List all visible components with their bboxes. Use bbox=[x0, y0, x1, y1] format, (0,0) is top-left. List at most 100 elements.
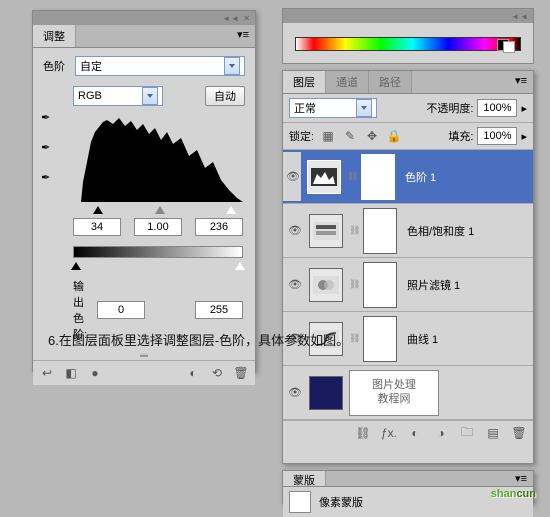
mask-thumb[interactable] bbox=[361, 154, 395, 200]
auto-button[interactable]: 自动 bbox=[205, 86, 245, 106]
eyedropper-black-icon[interactable]: ✒ bbox=[41, 111, 59, 129]
trash-icon[interactable]: 🗑 bbox=[233, 365, 249, 381]
layers-footer: ⛓ ƒx. ◐ ◑ 🗀 ▤ 🗑 bbox=[283, 420, 533, 445]
output-levels-slider[interactable] bbox=[73, 260, 243, 270]
layers-panel: 图层 通道 路径 ▾≡ 正常 不透明度: ▸ 锁定: ▦ ✎ ✥ 🔒 填充: ▸ bbox=[282, 70, 534, 464]
return-arrow-icon[interactable]: ↩ bbox=[39, 365, 55, 381]
opacity-flyout-icon[interactable]: ▸ bbox=[521, 102, 527, 115]
output-black-field[interactable] bbox=[97, 301, 145, 319]
input-white-field[interactable] bbox=[195, 218, 243, 236]
mask-swatch[interactable] bbox=[289, 491, 311, 513]
eyedropper-gray-icon[interactable]: ✒ bbox=[41, 141, 59, 159]
visibility-eye-icon[interactable]: 👁 bbox=[287, 278, 303, 291]
mask-thumb[interactable] bbox=[363, 208, 397, 254]
levels-thumb-icon[interactable] bbox=[307, 160, 341, 194]
fill-label: 填充: bbox=[448, 128, 473, 144]
link-layers-icon[interactable]: ⛓ bbox=[355, 425, 371, 441]
reset-icon[interactable]: ⟲ bbox=[209, 365, 225, 381]
link-icon[interactable]: ⛓ bbox=[347, 171, 355, 182]
mask-thumb[interactable] bbox=[363, 316, 397, 362]
adjustments-panel: ◄◄ ✕ 调整 ▾≡ 色阶 自定 RGB 自动 ✒ ✒ ✒ bbox=[32, 10, 256, 372]
panel-menu-icon[interactable]: ▾≡ bbox=[509, 71, 533, 93]
layer-name[interactable]: 照片滤镜 1 bbox=[407, 277, 460, 293]
hue-sat-thumb-icon[interactable] bbox=[309, 214, 343, 248]
watermark: shancun bbox=[491, 484, 536, 502]
collapse-arrows-icon[interactable]: ◄◄ ✕ bbox=[222, 14, 251, 23]
panel-menu-icon[interactable]: ▾≡ bbox=[231, 25, 255, 47]
adjustment-layer-icon[interactable]: ◑ bbox=[433, 425, 449, 441]
instruction-caption: 6.在图层面板里选择调整图层-色阶，具体参数如图。 bbox=[48, 330, 349, 349]
fx-icon[interactable]: ƒx. bbox=[381, 425, 397, 441]
adjustment-type-label: 色阶 bbox=[43, 58, 71, 74]
mask-type-label: 像素蒙版 bbox=[319, 494, 363, 510]
chevron-down-icon[interactable] bbox=[224, 57, 240, 75]
output-white-handle[interactable] bbox=[235, 262, 245, 270]
trash-icon[interactable]: 🗑 bbox=[511, 425, 527, 441]
photo-filter-thumb-icon[interactable] bbox=[309, 268, 343, 302]
black-point-handle[interactable] bbox=[93, 206, 103, 214]
blend-mode-select[interactable]: 正常 bbox=[289, 98, 377, 118]
lock-pixels-icon[interactable]: ✎ bbox=[342, 128, 358, 144]
layer-row[interactable]: 👁 ⛓ 照片滤镜 1 bbox=[283, 258, 533, 312]
view-icon[interactable]: ● bbox=[87, 365, 103, 381]
grip-icon[interactable]: ▬ bbox=[33, 350, 255, 360]
panel-drag-header[interactable]: ◄◄ bbox=[283, 9, 533, 23]
tab-masks[interactable]: 蒙版 bbox=[283, 471, 326, 486]
tab-paths[interactable]: 路径 bbox=[369, 71, 412, 93]
fg-bg-swatch[interactable] bbox=[497, 39, 515, 53]
eyedropper-tools: ✒ ✒ ✒ bbox=[41, 111, 59, 189]
channel-select[interactable]: RGB bbox=[73, 86, 163, 106]
tab-adjustments[interactable]: 调整 bbox=[33, 25, 76, 47]
layer-name[interactable]: 色相/饱和度 1 bbox=[407, 223, 474, 239]
chevron-down-icon[interactable] bbox=[356, 99, 372, 117]
collapse-arrows-icon[interactable]: ◄◄ bbox=[511, 12, 529, 21]
panel-drag-header[interactable]: ◄◄ ✕ bbox=[33, 11, 255, 25]
mask-thumb[interactable] bbox=[363, 262, 397, 308]
color-spectrum[interactable] bbox=[295, 37, 521, 51]
channel-value: RGB bbox=[78, 90, 102, 102]
group-icon[interactable]: 🗀 bbox=[459, 425, 475, 441]
tab-channels[interactable]: 通道 bbox=[326, 71, 369, 93]
adjustments-tabbar: 调整 ▾≡ bbox=[33, 25, 255, 48]
input-mid-field[interactable] bbox=[134, 218, 182, 236]
layer-list: 👁 ⛓ 色阶 1 👁 ⛓ 色相/饱和度 1 👁 ⛓ 照片滤镜 1 bbox=[283, 150, 533, 420]
tab-layers[interactable]: 图层 bbox=[283, 71, 326, 93]
visibility-eye-icon[interactable]: 👁 bbox=[287, 386, 303, 399]
visibility-eye-icon[interactable]: 👁 bbox=[287, 224, 303, 237]
fill-field[interactable] bbox=[477, 127, 517, 145]
fill-flyout-icon[interactable]: ▸ bbox=[521, 130, 527, 143]
eyedropper-white-icon[interactable]: ✒ bbox=[41, 171, 59, 189]
layer-thumb[interactable] bbox=[309, 376, 343, 410]
output-black-handle[interactable] bbox=[71, 262, 81, 270]
layer-row[interactable]: 👁 ⛓ 色相/饱和度 1 bbox=[283, 204, 533, 258]
input-black-field[interactable] bbox=[73, 218, 121, 236]
histogram bbox=[73, 112, 243, 202]
opacity-field[interactable] bbox=[477, 99, 517, 117]
clip-layer-icon[interactable]: ◧ bbox=[63, 365, 79, 381]
midpoint-handle[interactable] bbox=[155, 206, 165, 214]
visibility-eye-icon[interactable]: 👁 bbox=[283, 152, 301, 201]
opacity-label: 不透明度: bbox=[426, 100, 473, 116]
layer-name[interactable]: 曲线 1 bbox=[407, 331, 438, 347]
layer-row[interactable]: 👁 图片处理 教程网 bbox=[283, 366, 533, 420]
lock-all-icon[interactable]: 🔒 bbox=[386, 128, 402, 144]
layers-tabbar: 图层 通道 路径 ▾≡ bbox=[283, 71, 533, 94]
thumb-text-line1: 图片处理 bbox=[372, 379, 416, 392]
mask-icon-footer[interactable]: ◐ bbox=[407, 425, 423, 441]
input-levels-slider[interactable] bbox=[73, 204, 243, 214]
layer-row[interactable]: 👁 ⛓ 色阶 1 bbox=[283, 150, 533, 204]
link-icon[interactable]: ⛓ bbox=[349, 333, 357, 344]
previous-state-icon[interactable]: ◐ bbox=[185, 365, 201, 381]
watermark-b: cun bbox=[516, 488, 536, 500]
lock-transparency-icon[interactable]: ▦ bbox=[320, 128, 336, 144]
link-icon[interactable]: ⛓ bbox=[349, 279, 357, 290]
lock-position-icon[interactable]: ✥ bbox=[364, 128, 380, 144]
output-white-field[interactable] bbox=[195, 301, 243, 319]
preset-select[interactable]: 自定 bbox=[75, 56, 245, 76]
link-icon[interactable]: ⛓ bbox=[349, 225, 357, 236]
white-point-handle[interactable] bbox=[226, 206, 236, 214]
layer-content-thumb[interactable]: 图片处理 教程网 bbox=[349, 370, 439, 416]
new-layer-icon[interactable]: ▤ bbox=[485, 425, 501, 441]
chevron-down-icon[interactable] bbox=[142, 87, 158, 105]
layer-name[interactable]: 色阶 1 bbox=[405, 169, 436, 185]
